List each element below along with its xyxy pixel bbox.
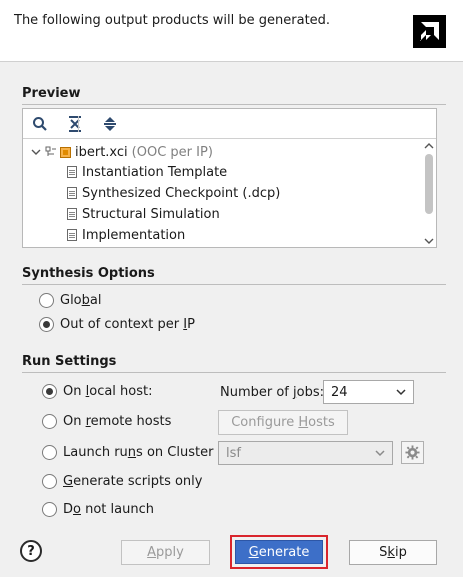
preview-toolbar (23, 109, 436, 139)
tree-item-label: Structural Simulation (82, 206, 220, 222)
expand-all-icon[interactable] (99, 114, 121, 134)
cluster-select[interactable]: lsf (218, 441, 393, 465)
tree-scrollbar[interactable] (422, 140, 436, 247)
radio-do-not-launch[interactable]: Do not launch (42, 502, 154, 517)
synthesis-divider (22, 284, 446, 285)
tree-root-item[interactable]: ibert.xci (OOC per IP) (31, 142, 213, 162)
radio-button[interactable] (39, 293, 54, 308)
scroll-down-icon[interactable] (424, 237, 434, 245)
tree-item-instantiation-template[interactable]: Instantiation Template (67, 162, 227, 182)
generate-highlight-box: Generate (230, 535, 328, 569)
jobs-select[interactable]: 24 (323, 380, 414, 404)
chevron-down-icon (375, 450, 385, 457)
dialog-header: The following output products will be ge… (0, 0, 463, 62)
jobs-label: Number of jobs: (220, 385, 325, 400)
jobs-value: 24 (331, 384, 348, 400)
radio-local-host[interactable]: On local host: (42, 384, 153, 399)
run-settings-divider (22, 372, 446, 373)
button-label: Apply (147, 545, 184, 560)
amd-logo (413, 15, 446, 48)
output-products-tree: ibert.xci (OOC per IP) Instantiation Tem… (23, 140, 421, 247)
tree-item-synthesized-checkpoint[interactable]: Synthesized Checkpoint (.dcp) (67, 183, 280, 203)
skip-button[interactable]: Skip (349, 540, 437, 565)
radio-label: Out of context per IP (60, 317, 195, 332)
radio-label: On local host: (63, 384, 153, 399)
configure-hosts-button[interactable]: Configure Hosts (218, 410, 348, 435)
button-label: Generate (248, 544, 310, 560)
ip-core-icon (60, 146, 74, 158)
hierarchy-icon (45, 146, 59, 158)
radio-global[interactable]: Global (39, 293, 101, 308)
ip-file-name: ibert.xci (75, 144, 128, 160)
radio-label: Do not launch (63, 502, 154, 517)
radio-label: Global (60, 293, 102, 308)
button-label: Skip (379, 545, 407, 560)
radio-label: Launch runs on Cluster (63, 445, 214, 460)
help-button[interactable]: ? (20, 540, 42, 562)
document-icon (67, 166, 77, 178)
radio-button[interactable] (42, 414, 57, 429)
tree-item-implementation[interactable]: Implementation (67, 225, 185, 245)
preview-title: Preview (22, 86, 81, 101)
document-icon (67, 208, 77, 220)
tree-item-label: Synthesized Checkpoint (.dcp) (82, 185, 281, 201)
radio-button[interactable] (42, 445, 57, 460)
radio-button[interactable] (39, 317, 54, 332)
synthesis-options-title: Synthesis Options (22, 266, 155, 281)
radio-button[interactable] (42, 474, 57, 489)
radio-label: Generate scripts only (63, 474, 203, 489)
radio-generate-scripts-only[interactable]: Generate scripts only (42, 474, 202, 489)
preview-panel: ibert.xci (OOC per IP) Instantiation Tem… (22, 108, 437, 248)
tree-item-structural-simulation[interactable]: Structural Simulation (67, 204, 220, 224)
chevron-down-icon[interactable] (31, 148, 43, 156)
help-icon: ? (27, 543, 35, 559)
generate-button[interactable]: Generate (235, 540, 323, 564)
header-message: The following output products will be ge… (14, 13, 331, 28)
ooc-mode-label: (OOC per IP) (131, 144, 213, 160)
cluster-value: lsf (226, 445, 241, 461)
radio-out-of-context-per-ip[interactable]: Out of context per IP (39, 317, 195, 332)
chevron-down-icon (396, 389, 406, 396)
radio-button[interactable] (42, 384, 57, 399)
scroll-thumb[interactable] (425, 154, 433, 214)
document-icon (67, 187, 77, 199)
radio-label: On remote hosts (63, 414, 172, 429)
search-icon[interactable] (29, 114, 51, 134)
scroll-up-icon[interactable] (424, 142, 434, 150)
run-settings-title: Run Settings (22, 354, 117, 369)
toolbar-separator (78, 116, 79, 132)
gear-icon (405, 445, 420, 460)
document-icon (67, 229, 77, 241)
radio-remote-hosts[interactable]: On remote hosts (42, 414, 171, 429)
cluster-settings-button[interactable] (401, 441, 424, 464)
button-label: Configure Hosts (231, 415, 335, 430)
preview-divider (22, 104, 446, 105)
tree-item-label: Instantiation Template (82, 164, 228, 180)
radio-button[interactable] (42, 502, 57, 517)
apply-button[interactable]: Apply (121, 540, 210, 565)
radio-launch-on-cluster[interactable]: Launch runs on Cluster (42, 445, 213, 460)
tree-item-label: Implementation (82, 227, 186, 243)
collapse-all-icon[interactable] (64, 114, 86, 134)
